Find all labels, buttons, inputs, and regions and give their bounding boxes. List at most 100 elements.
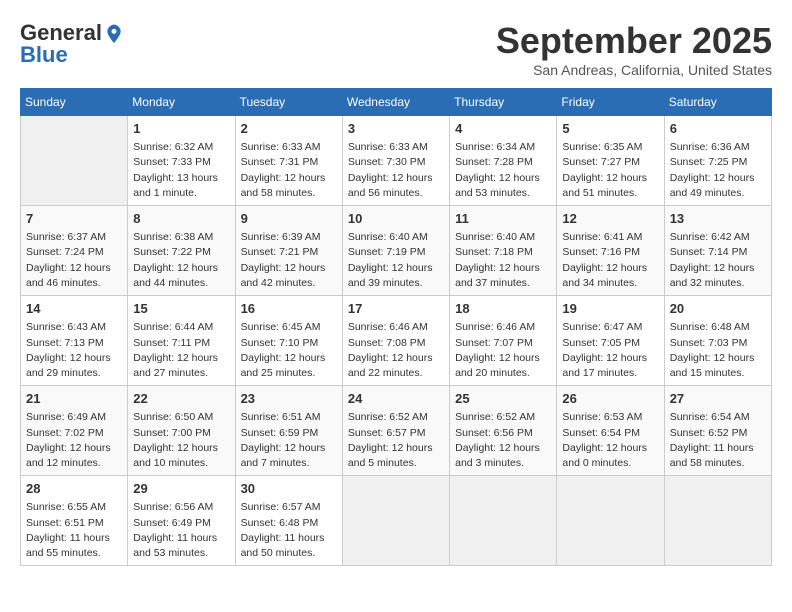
logo: General Blue: [20, 20, 124, 68]
day-info: Sunrise: 6:35 AM Sunset: 7:27 PM Dayligh…: [562, 140, 658, 201]
day-info: Sunrise: 6:34 AM Sunset: 7:28 PM Dayligh…: [455, 140, 551, 201]
day-number: 22: [133, 390, 229, 408]
day-of-week-header: Monday: [128, 89, 235, 116]
day-number: 4: [455, 120, 551, 138]
day-info: Sunrise: 6:33 AM Sunset: 7:31 PM Dayligh…: [241, 140, 337, 201]
calendar-cell: [342, 476, 449, 566]
calendar-cell: 4 Sunrise: 6:34 AM Sunset: 7:28 PM Daylig…: [450, 116, 557, 206]
day-info: Sunrise: 6:49 AM Sunset: 7:02 PM Dayligh…: [26, 410, 122, 471]
day-number: 28: [26, 480, 122, 498]
calendar-cell: 15 Sunrise: 6:44 AM Sunset: 7:11 PM Dayli…: [128, 296, 235, 386]
day-info: Sunrise: 6:47 AM Sunset: 7:05 PM Dayligh…: [562, 320, 658, 381]
calendar-cell: 7 Sunrise: 6:37 AM Sunset: 7:24 PM Daylig…: [21, 206, 128, 296]
calendar-cell: 11 Sunrise: 6:40 AM Sunset: 7:18 PM Dayli…: [450, 206, 557, 296]
day-info: Sunrise: 6:46 AM Sunset: 7:08 PM Dayligh…: [348, 320, 444, 381]
day-number: 21: [26, 390, 122, 408]
title-block: September 2025 San Andreas, California, …: [496, 20, 772, 78]
calendar-table: SundayMondayTuesdayWednesdayThursdayFrid…: [20, 88, 772, 566]
day-number: 6: [670, 120, 766, 138]
calendar-cell: 23Sunrise: 6:51 AM Sunset: 6:59 PM Dayli…: [235, 386, 342, 476]
day-info: Sunrise: 6:39 AM Sunset: 7:21 PM Dayligh…: [241, 230, 337, 291]
calendar-cell: 9 Sunrise: 6:39 AM Sunset: 7:21 PM Daylig…: [235, 206, 342, 296]
calendar-cell: [557, 476, 664, 566]
day-of-week-header: Tuesday: [235, 89, 342, 116]
day-info: Sunrise: 6:56 AM Sunset: 6:49 PM Dayligh…: [133, 500, 229, 561]
day-info: Sunrise: 6:48 AM Sunset: 7:03 PM Dayligh…: [670, 320, 766, 381]
month-title: September 2025: [496, 20, 772, 62]
calendar-cell: 14 Sunrise: 6:43 AM Sunset: 7:13 PM Dayli…: [21, 296, 128, 386]
day-of-week-header: Friday: [557, 89, 664, 116]
calendar-cell: 19 Sunrise: 6:47 AM Sunset: 7:05 PM Dayli…: [557, 296, 664, 386]
day-info: Sunrise: 6:40 AM Sunset: 7:19 PM Dayligh…: [348, 230, 444, 291]
day-number: 8: [133, 210, 229, 228]
day-number: 20: [670, 300, 766, 318]
calendar-cell: 1 Sunrise: 6:32 AM Sunset: 7:33 PM Daylig…: [128, 116, 235, 206]
calendar-week-row: 14 Sunrise: 6:43 AM Sunset: 7:13 PM Dayli…: [21, 296, 772, 386]
calendar-cell: 18 Sunrise: 6:46 AM Sunset: 7:07 PM Dayli…: [450, 296, 557, 386]
day-info: Sunrise: 6:55 AM Sunset: 6:51 PM Dayligh…: [26, 500, 122, 561]
calendar-cell: 22Sunrise: 6:50 AM Sunset: 7:00 PM Dayli…: [128, 386, 235, 476]
calendar-cell: 5 Sunrise: 6:35 AM Sunset: 7:27 PM Daylig…: [557, 116, 664, 206]
day-number: 16: [241, 300, 337, 318]
calendar-cell: 17 Sunrise: 6:46 AM Sunset: 7:08 PM Dayli…: [342, 296, 449, 386]
calendar-week-row: 1 Sunrise: 6:32 AM Sunset: 7:33 PM Daylig…: [21, 116, 772, 206]
page-header: General Blue September 2025 San Andreas,…: [20, 20, 772, 78]
day-info: Sunrise: 6:57 AM Sunset: 6:48 PM Dayligh…: [241, 500, 337, 561]
calendar-cell: 21 Sunrise: 6:49 AM Sunset: 7:02 PM Dayli…: [21, 386, 128, 476]
day-number: 15: [133, 300, 229, 318]
day-info: Sunrise: 6:44 AM Sunset: 7:11 PM Dayligh…: [133, 320, 229, 381]
calendar-cell: 29 Sunrise: 6:56 AM Sunset: 6:49 PM Dayli…: [128, 476, 235, 566]
day-info: Sunrise: 6:45 AM Sunset: 7:10 PM Dayligh…: [241, 320, 337, 381]
day-number: 13: [670, 210, 766, 228]
calendar-week-row: 28 Sunrise: 6:55 AM Sunset: 6:51 PM Dayli…: [21, 476, 772, 566]
day-number: 19: [562, 300, 658, 318]
day-info: Sunrise: 6:37 AM Sunset: 7:24 PM Dayligh…: [26, 230, 122, 291]
calendar-cell: 10 Sunrise: 6:40 AM Sunset: 7:19 PM Dayli…: [342, 206, 449, 296]
day-of-week-header: Sunday: [21, 89, 128, 116]
calendar-cell: 6 Sunrise: 6:36 AM Sunset: 7:25 PM Daylig…: [664, 116, 771, 206]
day-of-week-header: Saturday: [664, 89, 771, 116]
day-number: 5: [562, 120, 658, 138]
day-number: 17: [348, 300, 444, 318]
day-number: 12: [562, 210, 658, 228]
day-number: 9: [241, 210, 337, 228]
calendar-cell: 12Sunrise: 6:41 AM Sunset: 7:16 PM Dayli…: [557, 206, 664, 296]
day-number: 2: [241, 120, 337, 138]
day-info: Sunrise: 6:36 AM Sunset: 7:25 PM Dayligh…: [670, 140, 766, 201]
calendar-cell: 13 Sunrise: 6:42 AM Sunset: 7:14 PM Dayli…: [664, 206, 771, 296]
day-number: 14: [26, 300, 122, 318]
calendar-cell: 28 Sunrise: 6:55 AM Sunset: 6:51 PM Dayli…: [21, 476, 128, 566]
day-info: Sunrise: 6:42 AM Sunset: 7:14 PM Dayligh…: [670, 230, 766, 291]
day-of-week-header: Wednesday: [342, 89, 449, 116]
day-number: 1: [133, 120, 229, 138]
calendar-cell: 3Sunrise: 6:33 AM Sunset: 7:30 PM Daylig…: [342, 116, 449, 206]
day-info: Sunrise: 6:32 AM Sunset: 7:33 PM Dayligh…: [133, 140, 229, 201]
day-number: 7: [26, 210, 122, 228]
calendar-cell: 27Sunrise: 6:54 AM Sunset: 6:52 PM Dayli…: [664, 386, 771, 476]
day-number: 24: [348, 390, 444, 408]
calendar-cell: 20 Sunrise: 6:48 AM Sunset: 7:03 PM Dayli…: [664, 296, 771, 386]
day-number: 29: [133, 480, 229, 498]
calendar-header-row: SundayMondayTuesdayWednesdayThursdayFrid…: [21, 89, 772, 116]
calendar-cell: 25Sunrise: 6:52 AM Sunset: 6:56 PM Dayli…: [450, 386, 557, 476]
day-info: Sunrise: 6:52 AM Sunset: 6:57 PM Dayligh…: [348, 410, 444, 471]
calendar-cell: [664, 476, 771, 566]
calendar-cell: 16 Sunrise: 6:45 AM Sunset: 7:10 PM Dayli…: [235, 296, 342, 386]
day-info: Sunrise: 6:53 AM Sunset: 6:54 PM Dayligh…: [562, 410, 658, 471]
logo-blue: Blue: [20, 42, 68, 68]
day-info: Sunrise: 6:40 AM Sunset: 7:18 PM Dayligh…: [455, 230, 551, 291]
day-number: 10: [348, 210, 444, 228]
day-number: 11: [455, 210, 551, 228]
day-info: Sunrise: 6:46 AM Sunset: 7:07 PM Dayligh…: [455, 320, 551, 381]
day-number: 18: [455, 300, 551, 318]
day-number: 25: [455, 390, 551, 408]
calendar-cell: [450, 476, 557, 566]
calendar-week-row: 7 Sunrise: 6:37 AM Sunset: 7:24 PM Daylig…: [21, 206, 772, 296]
day-of-week-header: Thursday: [450, 89, 557, 116]
calendar-week-row: 21 Sunrise: 6:49 AM Sunset: 7:02 PM Dayli…: [21, 386, 772, 476]
day-info: Sunrise: 6:43 AM Sunset: 7:13 PM Dayligh…: [26, 320, 122, 381]
calendar-cell: 26Sunrise: 6:53 AM Sunset: 6:54 PM Dayli…: [557, 386, 664, 476]
calendar-cell: 8 Sunrise: 6:38 AM Sunset: 7:22 PM Daylig…: [128, 206, 235, 296]
day-info: Sunrise: 6:38 AM Sunset: 7:22 PM Dayligh…: [133, 230, 229, 291]
calendar-cell: 24 Sunrise: 6:52 AM Sunset: 6:57 PM Dayli…: [342, 386, 449, 476]
